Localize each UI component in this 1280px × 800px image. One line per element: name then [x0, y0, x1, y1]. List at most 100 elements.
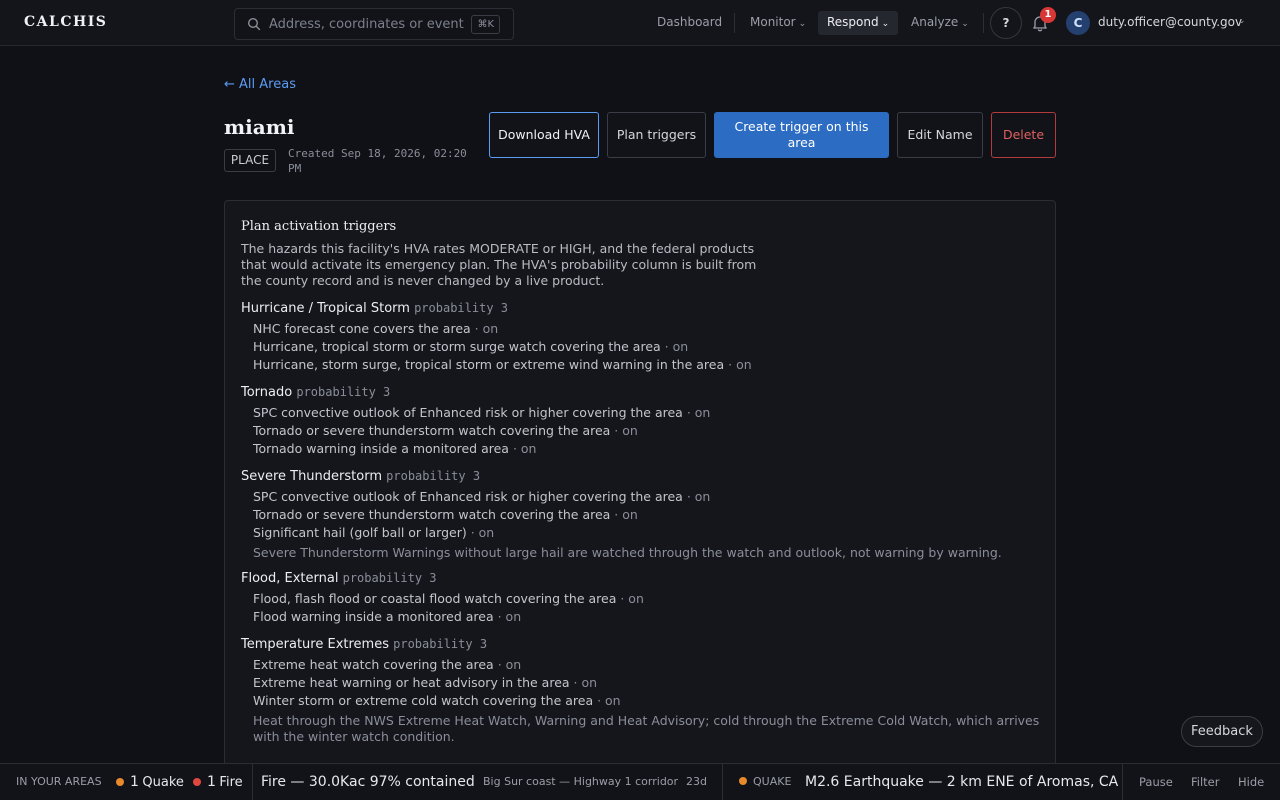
- quake-dot-icon: [116, 778, 124, 786]
- trigger-status: · on: [724, 357, 752, 372]
- trigger-text: SPC convective outlook of Enhanced risk …: [253, 489, 683, 504]
- hazard-heading: Severe Thunderstorm probability 3: [241, 469, 1041, 489]
- hazard-heading: Temperature Extremes probability 3: [241, 637, 1041, 657]
- top-nav: CALCHIS Address, coordinates or event ⌘K…: [0, 0, 1280, 46]
- ticker-quake-type: QUAKE: [739, 764, 791, 800]
- trigger-status: · on: [682, 405, 711, 420]
- hazard-note: Heat through the NWS Extreme Heat Watch,…: [253, 713, 1040, 744]
- trigger-text: Hurricane, storm surge, tropical storm o…: [253, 357, 725, 372]
- panel-description: The hazards this facility's HVA rates MO…: [241, 241, 757, 288]
- trigger-text: NHC forecast cone covers the area: [253, 321, 471, 336]
- ticker-divider: [722, 764, 723, 800]
- trigger-text: Flood warning inside a monitored area: [253, 609, 494, 624]
- hazard-name: Temperature Extremes: [241, 637, 389, 652]
- ticker-filter-button[interactable]: Filter: [1191, 764, 1219, 800]
- ticker-fire-count[interactable]: 1 Fire: [193, 764, 243, 800]
- trigger-row: Winter storm or extreme cold watch cover…: [241, 693, 1041, 711]
- trigger-text: Significant hail (golf ball or larger): [253, 525, 467, 540]
- trigger-status: · on: [616, 591, 644, 606]
- hazard-group: Severe Thunderstorm probability 3 SPC con…: [241, 469, 1041, 561]
- ticker-fire-age: 23d: [686, 775, 707, 788]
- trigger-text: SPC convective outlook of Enhanced risk …: [253, 405, 683, 420]
- trigger-row: SPC convective outlook of Enhanced risk …: [241, 405, 1041, 423]
- trigger-row: NHC forecast cone covers the area · on: [241, 321, 1041, 339]
- trigger-status: · on: [466, 525, 495, 540]
- help-button[interactable]: ?: [990, 7, 1022, 39]
- chevron-down-icon: ⌄: [798, 19, 807, 29]
- quake-label: Quake: [142, 775, 184, 790]
- trigger-text: Hurricane, tropical storm or storm surge…: [253, 339, 661, 354]
- hazard-heading: Hurricane / Tropical Storm probability 3: [241, 301, 1041, 321]
- trigger-row: Hurricane, storm surge, tropical storm o…: [241, 357, 1041, 375]
- trigger-text: Flood, flash flood or coastal flood watc…: [253, 591, 617, 606]
- event-ticker: IN YOUR AREAS 1 Quake 1 Fire Fire — 30.0…: [0, 763, 1280, 800]
- trigger-row: Flood, flash flood or coastal flood watc…: [241, 591, 1041, 609]
- trigger-status: · on: [470, 321, 499, 336]
- hazard-list: Hurricane / Tropical Storm probability 3…: [241, 301, 1041, 745]
- nav-monitor[interactable]: Monitor ⌄: [750, 15, 806, 29]
- hazard-probability: probability 3: [386, 469, 481, 483]
- hazard-name: Hurricane / Tropical Storm: [241, 301, 410, 316]
- trigger-status: · on: [508, 441, 537, 456]
- trigger-row: Extreme heat watch covering the area · o…: [241, 657, 1041, 675]
- fire-dot-icon: [193, 778, 201, 786]
- hazard-name: Flood, External: [241, 571, 339, 586]
- ticker-pause-button[interactable]: Pause: [1139, 764, 1173, 800]
- feedback-button[interactable]: Feedback: [1181, 716, 1263, 747]
- trigger-row: SPC convective outlook of Enhanced risk …: [241, 489, 1041, 507]
- back-link[interactable]: ← All Areas: [224, 77, 296, 92]
- trigger-status: · on: [610, 423, 638, 438]
- trigger-text: Winter storm or extreme cold watch cover…: [253, 693, 594, 708]
- ticker-divider: [1122, 764, 1123, 800]
- hazard-probability: probability 3: [296, 385, 391, 399]
- user-menu[interactable]: duty.officer@county.gov: [1098, 15, 1242, 29]
- trigger-text: Extreme heat warning or heat advisory in…: [253, 675, 570, 690]
- chevron-down-icon: ⌄: [881, 19, 890, 29]
- trigger-status: · on: [593, 693, 621, 708]
- ticker-fire-location: Big Sur coast — Highway 1 corridor: [483, 775, 679, 788]
- ticker-quake-headline[interactable]: M2.6 Earthquake — 2 km ENE of Aromas, CA: [805, 764, 1118, 800]
- nav-analyze-label: Analyze: [911, 15, 959, 29]
- create-trigger-button[interactable]: Create trigger on this area: [714, 112, 889, 158]
- trigger-status: · on: [660, 339, 689, 354]
- ticker-divider: [252, 764, 253, 800]
- nav-dashboard[interactable]: Dashboard: [657, 15, 722, 29]
- chevron-down-icon[interactable]: ⌄: [1238, 16, 1246, 26]
- search-input[interactable]: Address, coordinates or event ⌘K: [234, 8, 514, 40]
- avatar[interactable]: C: [1066, 11, 1090, 35]
- trigger-status: · on: [493, 609, 522, 624]
- trigger-text: Tornado or severe thunderstorm watch cov…: [253, 423, 611, 438]
- hazard-heading: Flood, External probability 3: [241, 571, 1041, 591]
- ticker-hide-button[interactable]: Hide: [1238, 764, 1264, 800]
- hazard-name: Severe Thunderstorm: [241, 469, 382, 484]
- trigger-row: Hurricane, tropical storm or storm surge…: [241, 339, 1041, 357]
- nav-respond-label: Respond: [827, 15, 879, 29]
- ticker-quake-count[interactable]: 1 Quake: [116, 764, 184, 800]
- area-type-tag: PLACE: [224, 149, 276, 172]
- created-timestamp: Created Sep 18, 2026, 02:20 PM: [288, 147, 467, 175]
- edit-name-button[interactable]: Edit Name: [897, 112, 983, 158]
- trigger-text: Extreme heat watch covering the area: [253, 657, 494, 672]
- search-placeholder: Address, coordinates or event: [269, 17, 464, 32]
- search-shortcut: ⌘K: [471, 15, 500, 34]
- ticker-fire-headline[interactable]: Fire — 30.0Kac 97% contained: [261, 764, 475, 800]
- nav-respond[interactable]: Respond ⌄: [818, 11, 899, 35]
- app-logo[interactable]: CALCHIS: [24, 14, 107, 30]
- ticker-label: IN YOUR AREAS: [16, 775, 102, 788]
- plan-triggers-button[interactable]: Plan triggers: [607, 112, 706, 158]
- nav-analyze[interactable]: Analyze ⌄: [911, 15, 969, 29]
- trigger-text: Tornado or severe thunderstorm watch cov…: [253, 507, 611, 522]
- hazard-probability: probability 3: [342, 571, 437, 585]
- hazard-note: Severe Thunderstorm Warnings without lar…: [253, 545, 1002, 560]
- download-hva-button[interactable]: Download HVA: [489, 112, 599, 158]
- trigger-status: · on: [610, 507, 638, 522]
- chevron-down-icon: ⌄: [961, 19, 969, 29]
- nav-divider: [983, 13, 984, 33]
- nav-divider: [734, 13, 735, 33]
- fire-label: Fire: [219, 775, 243, 790]
- trigger-row: Flood warning inside a monitored area · …: [241, 609, 1041, 627]
- trigger-row: Tornado warning inside a monitored area …: [241, 441, 1041, 459]
- hazard-name: Tornado: [241, 385, 293, 400]
- trigger-status: · on: [569, 675, 598, 690]
- delete-button[interactable]: Delete: [991, 112, 1056, 158]
